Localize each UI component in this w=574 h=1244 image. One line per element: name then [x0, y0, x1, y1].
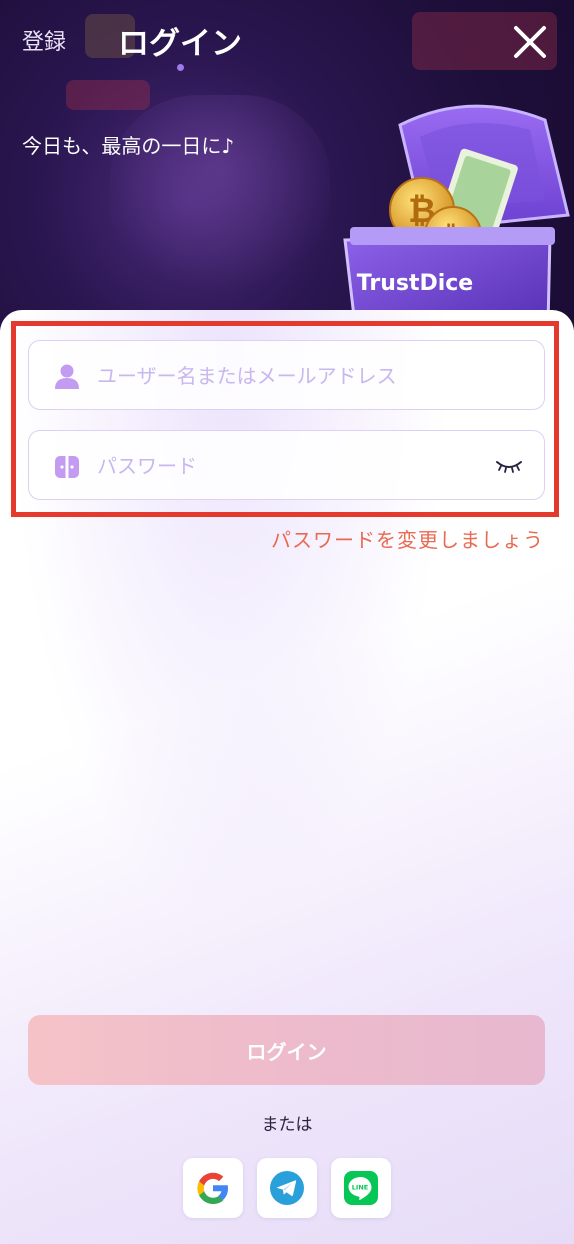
eye-closed-icon[interactable]	[494, 453, 524, 477]
google-icon	[197, 1172, 228, 1204]
close-button[interactable]	[512, 24, 548, 60]
chest-brand-label: TrustDice	[357, 271, 473, 296]
line-login-button[interactable]: LINE	[331, 1158, 391, 1218]
background-ghost-header	[0, 0, 574, 110]
background-figure	[110, 95, 330, 305]
hero-banner: 登録 ログイン 今日も、最高の一日に♪ ₿ ₿ Tr	[0, 0, 574, 330]
or-divider-text: または	[261, 1115, 313, 1135]
lock-icon	[55, 456, 79, 478]
treasure-chest-illustration: ₿ ₿ TrustDice	[343, 104, 570, 325]
tab-register[interactable]: 登録	[22, 24, 66, 56]
telegram-login-button[interactable]	[257, 1158, 317, 1218]
tab-login[interactable]: ログイン	[118, 18, 242, 63]
close-icon	[514, 26, 546, 58]
telegram-icon	[270, 1171, 304, 1205]
line-label: LINE	[352, 1184, 368, 1192]
password-field[interactable]	[28, 430, 545, 501]
google-login-button[interactable]	[183, 1158, 243, 1218]
ghost-badge	[66, 80, 150, 110]
username-field[interactable]	[28, 340, 545, 411]
active-tab-indicator	[177, 64, 184, 71]
forgot-password-link[interactable]: パスワードを変更しましょう	[271, 524, 544, 553]
line-icon: LINE	[344, 1171, 378, 1205]
login-button[interactable]: ログイン	[28, 1015, 545, 1085]
user-icon	[55, 364, 79, 389]
username-input[interactable]	[95, 341, 479, 411]
password-input[interactable]	[95, 431, 479, 501]
tagline: 今日も、最高の一日に♪	[22, 134, 235, 158]
